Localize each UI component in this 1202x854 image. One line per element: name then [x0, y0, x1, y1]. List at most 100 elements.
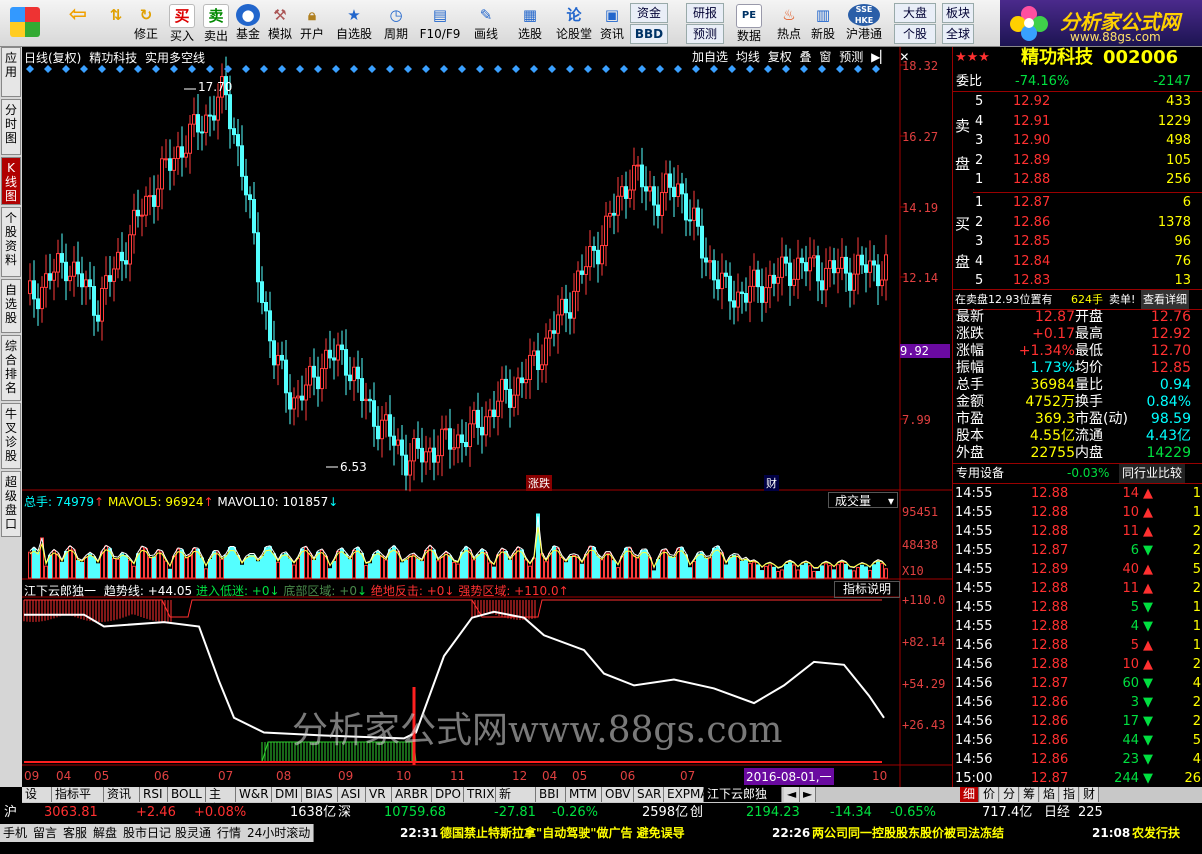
- indicator-tab[interactable]: 主力: [206, 787, 236, 816]
- toolbar-button-refresh[interactable]: ↻ 修正: [130, 2, 162, 44]
- indicator-tab[interactable]: 资讯: [104, 787, 140, 802]
- vtab-watchlist[interactable]: 自选股: [1, 279, 21, 333]
- indicator-tab[interactable]: DPO: [432, 787, 464, 802]
- toolbar-button-draw[interactable]: ✎ 画线: [468, 2, 504, 44]
- tick-row[interactable]: 14:55 12.87 6 ▼ 2: [953, 541, 1202, 560]
- tick-row[interactable]: 14:55 12.88 10 ▲ 1: [953, 503, 1202, 522]
- indicator-tab[interactable]: VR: [366, 787, 392, 802]
- windows-logo-button[interactable]: [4, 2, 46, 44]
- right-panel-tab[interactable]: 指: [1060, 787, 1080, 802]
- small-button-global[interactable]: 全球: [942, 24, 974, 44]
- news-bar-button[interactable]: 24小时滚动: [244, 824, 315, 842]
- tick-row[interactable]: 15:00 12.87 244 ▼ 26: [953, 769, 1202, 788]
- indicator-tab[interactable]: DMI: [272, 787, 302, 802]
- vtab-kline[interactable]: K线图: [1, 157, 21, 205]
- kline-chart-area[interactable]: 日线(复权) 精功科技 实用多空线 加自选 均线 复权 叠 窗 预测 ▶▏ ✕ …: [22, 47, 952, 787]
- indicator-tab[interactable]: 设置: [22, 787, 52, 816]
- tick-row[interactable]: 14:55 12.88 4 ▼ 1: [953, 617, 1202, 636]
- window-button[interactable]: 窗: [819, 50, 831, 64]
- toolbar-button-new-stock[interactable]: ▥ 新股: [806, 2, 840, 44]
- tick-row[interactable]: 14:56 12.88 10 ▲ 2: [953, 655, 1202, 674]
- small-button-forecast[interactable]: 预测: [686, 24, 724, 44]
- toolbar-button-back[interactable]: ⇦ 后退: [60, 2, 96, 44]
- forecast-button[interactable]: 预测: [839, 50, 863, 64]
- indicator-tab[interactable]: RSI: [140, 787, 168, 802]
- toolbar-button-buy[interactable]: 买 买入: [166, 2, 198, 44]
- buy-order-row[interactable]: 5 12.83 13: [953, 271, 1202, 290]
- news-bar-button[interactable]: 股灵通: [172, 824, 216, 842]
- tick-row[interactable]: 14:55 12.88 5 ▼ 1: [953, 598, 1202, 617]
- toolbar-button-simulate[interactable]: ⚒ 模拟: [264, 2, 296, 44]
- news-headline[interactable]: 两公司同一控股股东股价被司法冻结: [812, 823, 1004, 843]
- sell-order-row[interactable]: 2 12.89 105: [953, 151, 1202, 170]
- toolbar-button-hot[interactable]: ♨ 热点: [772, 2, 806, 44]
- right-panel-tab[interactable]: 焰: [1040, 787, 1060, 802]
- toolbar-button-open-account[interactable]: 🔒︎ 开户: [296, 2, 328, 44]
- add-watchlist-button[interactable]: 加自选: [692, 50, 728, 64]
- sz-index-value[interactable]: 10759.68: [384, 803, 446, 823]
- scroll-left-icon[interactable]: ◄: [784, 787, 801, 802]
- vtab-profile[interactable]: 个股资料: [1, 207, 21, 277]
- indicator-tab[interactable]: BOLL: [168, 787, 206, 802]
- toolbar-button-select-stock[interactable]: ▦ 选股: [512, 2, 548, 44]
- indicator-tab[interactable]: 江下云郎独一: [704, 787, 782, 816]
- sell-order-row[interactable]: 5 12.92 433: [953, 92, 1202, 111]
- event-marker-limit[interactable]: 涨跌: [526, 475, 552, 491]
- tick-row[interactable]: 14:55 12.88 11 ▲ 2: [953, 579, 1202, 598]
- toolbar-up-down[interactable]: ⇅: [102, 2, 130, 44]
- cy-index-value[interactable]: 2194.23: [746, 803, 800, 823]
- tick-row[interactable]: 14:55 12.88 14 ▲ 1: [953, 484, 1202, 503]
- right-panel-tab[interactable]: 分: [1000, 787, 1020, 802]
- small-button-sector[interactable]: 板块: [942, 3, 974, 23]
- sell-order-row[interactable]: 1 12.88 256: [953, 170, 1202, 189]
- tick-row[interactable]: 14:56 12.86 44 ▼ 5: [953, 731, 1202, 750]
- indicator-help-button[interactable]: 指标说明: [834, 581, 900, 598]
- tick-row[interactable]: 14:56 12.86 23 ▼ 4: [953, 750, 1202, 769]
- view-detail-link[interactable]: 查看详细: [1141, 290, 1189, 309]
- kline-chart-svg[interactable]: [22, 47, 952, 787]
- toolbar-button-news[interactable]: ▣ 资讯: [596, 2, 628, 44]
- vtab-apps[interactable]: 应用: [1, 47, 21, 97]
- sell-order-row[interactable]: 3 12.90 498: [953, 131, 1202, 150]
- industry-compare-button[interactable]: 同行业比较: [1119, 464, 1186, 483]
- tick-row[interactable]: 14:56 12.87 60 ▼ 4: [953, 674, 1202, 693]
- toolbar-button-f10[interactable]: ▤ F10/F9: [418, 2, 462, 44]
- ma-button[interactable]: 均线: [736, 50, 760, 64]
- right-panel-tab[interactable]: 价: [980, 787, 1000, 802]
- buy-order-row[interactable]: 4 12.84 76: [953, 252, 1202, 271]
- collapse-right-icon[interactable]: ▶▏: [871, 50, 889, 64]
- right-panel-tab[interactable]: 筹: [1020, 787, 1040, 802]
- sell-order-row[interactable]: 4 12.91 1229: [953, 112, 1202, 131]
- vtab-intraday[interactable]: 分时图: [1, 99, 21, 155]
- scroll-right-icon[interactable]: ►: [800, 787, 817, 802]
- news-bar-button[interactable]: 手机: [0, 824, 32, 842]
- tick-row[interactable]: 14:55 12.88 11 ▲ 2: [953, 522, 1202, 541]
- indicator-tab[interactable]: 指标平台: [52, 787, 104, 816]
- small-button-market[interactable]: 大盘: [894, 3, 936, 23]
- sh-index-value[interactable]: 3063.81: [44, 803, 98, 823]
- industry-name[interactable]: 专用设备: [956, 464, 1004, 483]
- indicator-tab[interactable]: EXPMA: [664, 787, 709, 802]
- small-button-research[interactable]: 研报: [686, 3, 724, 23]
- toolbar-button-period[interactable]: ◷ 周期: [378, 2, 414, 44]
- indicator-tab[interactable]: 新DMA: [496, 787, 536, 816]
- right-panel-tab[interactable]: 细: [960, 787, 980, 802]
- toolbar-button-fund[interactable]: ● 基金: [232, 2, 264, 44]
- news-headline[interactable]: 农发行扶: [1132, 823, 1180, 843]
- vtab-diagnose[interactable]: 牛叉诊股: [1, 403, 21, 469]
- indicator-tab[interactable]: BIAS: [302, 787, 338, 802]
- buy-order-row[interactable]: 2 12.86 1378: [953, 213, 1202, 232]
- news-bar-button[interactable]: 留言: [30, 824, 62, 842]
- overlay-button[interactable]: 叠: [800, 50, 812, 64]
- chart-period-label[interactable]: 日线(复权): [24, 51, 81, 65]
- toolbar-button-sell[interactable]: 卖 卖出: [200, 2, 232, 44]
- adjust-button[interactable]: 复权: [768, 50, 792, 64]
- right-panel-tab[interactable]: 财: [1080, 787, 1100, 802]
- small-button-stock[interactable]: 个股: [894, 24, 936, 44]
- tick-row[interactable]: 14:56 12.86 3 ▼ 2: [953, 693, 1202, 712]
- news-headline[interactable]: 德国禁止特斯拉拿"自动驾驶"做广告 避免误导: [440, 823, 685, 843]
- indicator-tab[interactable]: OBV: [602, 787, 634, 802]
- vtab-ranking[interactable]: 综合排名: [1, 335, 21, 401]
- news-bar-button[interactable]: 行情: [214, 824, 246, 842]
- tick-row[interactable]: 14:56 12.88 5 ▲ 1: [953, 636, 1202, 655]
